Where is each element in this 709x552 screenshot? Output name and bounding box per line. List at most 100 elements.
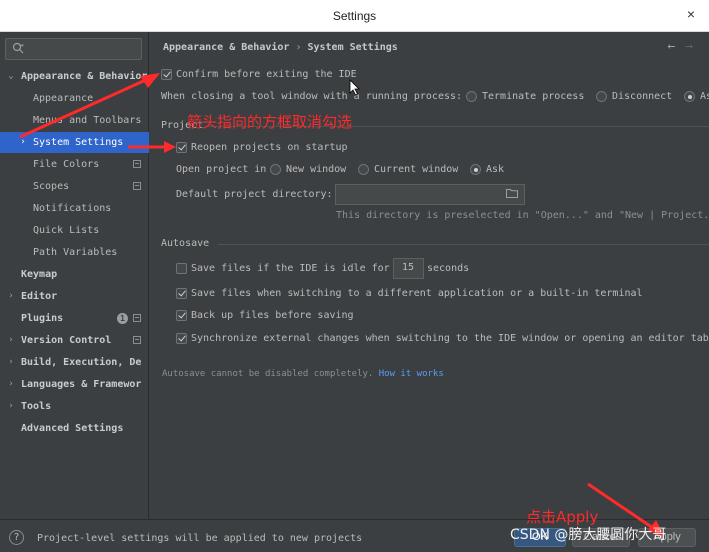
open-project-in-label: Open project in <box>176 164 267 175</box>
folder-icon[interactable] <box>506 188 518 198</box>
sidebar-item[interactable]: › Editor <box>0 286 149 307</box>
default-dir-label: Default project directory: <box>176 189 333 200</box>
sidebar-item[interactable]: File Colors <box>0 154 149 175</box>
save-switching-label: Save files when switching to a different… <box>191 288 643 299</box>
sidebar-item[interactable]: Advanced Settings <box>0 418 149 439</box>
chevron-right-icon[interactable]: › <box>6 396 16 417</box>
disconnect-label: Disconnect <box>612 91 673 102</box>
terminate-process-label: Terminate process <box>482 91 585 102</box>
default-dir-field[interactable] <box>335 184 525 205</box>
search-icon <box>12 42 24 54</box>
ask-radio[interactable] <box>684 91 695 102</box>
sidebar-item-label: Version Control <box>21 335 112 346</box>
save-switching-checkbox[interactable] <box>176 288 187 299</box>
chevron-down-icon[interactable]: ⌄ <box>6 66 16 87</box>
sidebar-item[interactable]: Path Variables <box>0 242 149 263</box>
sidebar-item[interactable]: › Version Control <box>0 330 149 351</box>
sidebar-item-label: Editor <box>21 291 58 302</box>
sidebar-item-label: Tools <box>21 401 52 412</box>
breadcrumb-separator: › <box>295 42 302 53</box>
sidebar-item[interactable]: Menus and Toolbars <box>0 110 149 131</box>
project-scope-icon <box>133 314 141 322</box>
window-title: Settings <box>332 9 377 23</box>
sidebar-item-label: Quick Lists <box>33 225 100 236</box>
sidebar-item[interactable]: › System Settings <box>0 132 149 153</box>
terminate-process-radio[interactable] <box>466 91 477 102</box>
sidebar-item-label: Advanced Settings <box>21 423 124 434</box>
current-window-radio[interactable] <box>358 164 369 175</box>
settings-sidebar: ⌄ Appearance & Behavior Appearance Menus an… <box>0 32 149 519</box>
project-scope-icon <box>133 336 141 344</box>
ask-open-label: Ask <box>486 164 505 175</box>
breadcrumb: Appearance & Behavior › System Settings <box>163 42 398 53</box>
autosave-note: Autosave cannot be disabled completely. … <box>162 369 444 379</box>
forward-arrow-icon[interactable]: → <box>685 39 693 54</box>
sidebar-item-label: Appearance <box>33 93 94 104</box>
sidebar-item[interactable]: › Build, Execution, De <box>0 352 149 373</box>
sidebar-item[interactable]: › Tools <box>0 396 149 417</box>
sync-checkbox[interactable] <box>176 333 187 344</box>
how-it-works-link[interactable]: How it works <box>379 369 444 379</box>
back-arrow-icon[interactable]: ← <box>667 39 675 54</box>
backup-checkbox[interactable] <box>176 310 187 321</box>
reopen-projects-checkbox[interactable] <box>176 142 187 153</box>
sidebar-item[interactable]: Notifications <box>0 198 149 219</box>
search-input[interactable] <box>5 38 142 60</box>
close-icon[interactable]: × <box>683 6 699 22</box>
chevron-right-icon[interactable]: › <box>6 352 16 373</box>
sidebar-item-label: Menus and Toolbars <box>33 115 142 126</box>
sidebar-item-label: Build, Execution, De <box>21 357 142 368</box>
reopen-projects-label: Reopen projects on startup <box>191 142 348 153</box>
confirm-exit-checkbox[interactable] <box>161 69 172 80</box>
sidebar-item[interactable]: Keymap <box>0 264 149 285</box>
sidebar-item[interactable]: › Languages & Framewor <box>0 374 149 395</box>
sidebar-item-label: Plugins <box>21 313 64 324</box>
autosave-note-text: Autosave cannot be disabled completely. <box>162 369 374 379</box>
sidebar-item-label: Path Variables <box>33 247 118 258</box>
save-idle-checkbox[interactable] <box>176 263 187 274</box>
annotation-uncheck-note: 箭头指向的方框取消勾选 <box>187 113 353 131</box>
chevron-right-icon[interactable]: › <box>18 132 28 153</box>
sidebar-item-label: Languages & Framewor <box>21 379 142 390</box>
update-badge: 1 <box>117 313 128 324</box>
chevron-right-icon[interactable]: › <box>6 374 16 395</box>
sidebar-item[interactable]: Quick Lists <box>0 220 149 241</box>
sidebar-item[interactable]: ⌄ Appearance & Behavior <box>0 66 149 87</box>
window-title-bar: Settings × <box>0 0 709 32</box>
sidebar-item[interactable]: Appearance <box>0 88 149 109</box>
sidebar-item-label: Scopes <box>33 181 70 192</box>
ask-open-radio[interactable] <box>470 164 481 175</box>
project-scope-icon <box>133 182 141 190</box>
default-dir-hint: This directory is preselected in "Open..… <box>336 210 709 221</box>
sidebar-item[interactable]: Scopes <box>0 176 149 197</box>
current-window-label: Current window <box>374 164 459 175</box>
confirm-exit-label: Confirm before exiting the IDE <box>176 69 357 80</box>
settings-content: Appearance & Behavior › System Settings ← →… <box>150 32 709 519</box>
sync-label: Synchronize external changes when switch… <box>191 333 709 344</box>
help-icon[interactable]: ? <box>9 530 24 545</box>
project-scope-icon <box>133 160 141 168</box>
history-navigation: ← → <box>657 39 693 54</box>
breadcrumb-current: System Settings <box>307 42 398 53</box>
seconds-label: seconds <box>427 263 470 274</box>
chevron-right-icon[interactable]: › <box>6 330 16 351</box>
sidebar-item-label: Keymap <box>21 269 58 280</box>
sidebar-item-label: Appearance & Behavior <box>21 71 148 82</box>
ask-label: As <box>700 91 709 102</box>
breadcrumb-parent[interactable]: Appearance & Behavior <box>163 42 289 53</box>
new-window-radio[interactable] <box>270 164 281 175</box>
disconnect-radio[interactable] <box>596 91 607 102</box>
autosave-divider <box>218 244 709 245</box>
chevron-right-icon[interactable]: › <box>6 286 16 307</box>
idle-seconds-input[interactable]: 15 <box>393 258 424 279</box>
new-window-label: New window <box>286 164 347 175</box>
sidebar-item-label: File Colors <box>33 159 100 170</box>
closing-tool-window-label: When closing a tool window with a runnin… <box>161 91 463 102</box>
sidebar-item-label: Notifications <box>33 203 112 214</box>
backup-label: Back up files before saving <box>191 310 354 321</box>
save-idle-label: Save files if the IDE is idle for <box>191 263 390 274</box>
footer-message: Project-level settings will be applied t… <box>37 533 363 544</box>
autosave-section-title: Autosave <box>161 238 210 249</box>
sidebar-item[interactable]: Plugins 1 <box>0 308 149 329</box>
sidebar-item-label: System Settings <box>33 137 124 148</box>
